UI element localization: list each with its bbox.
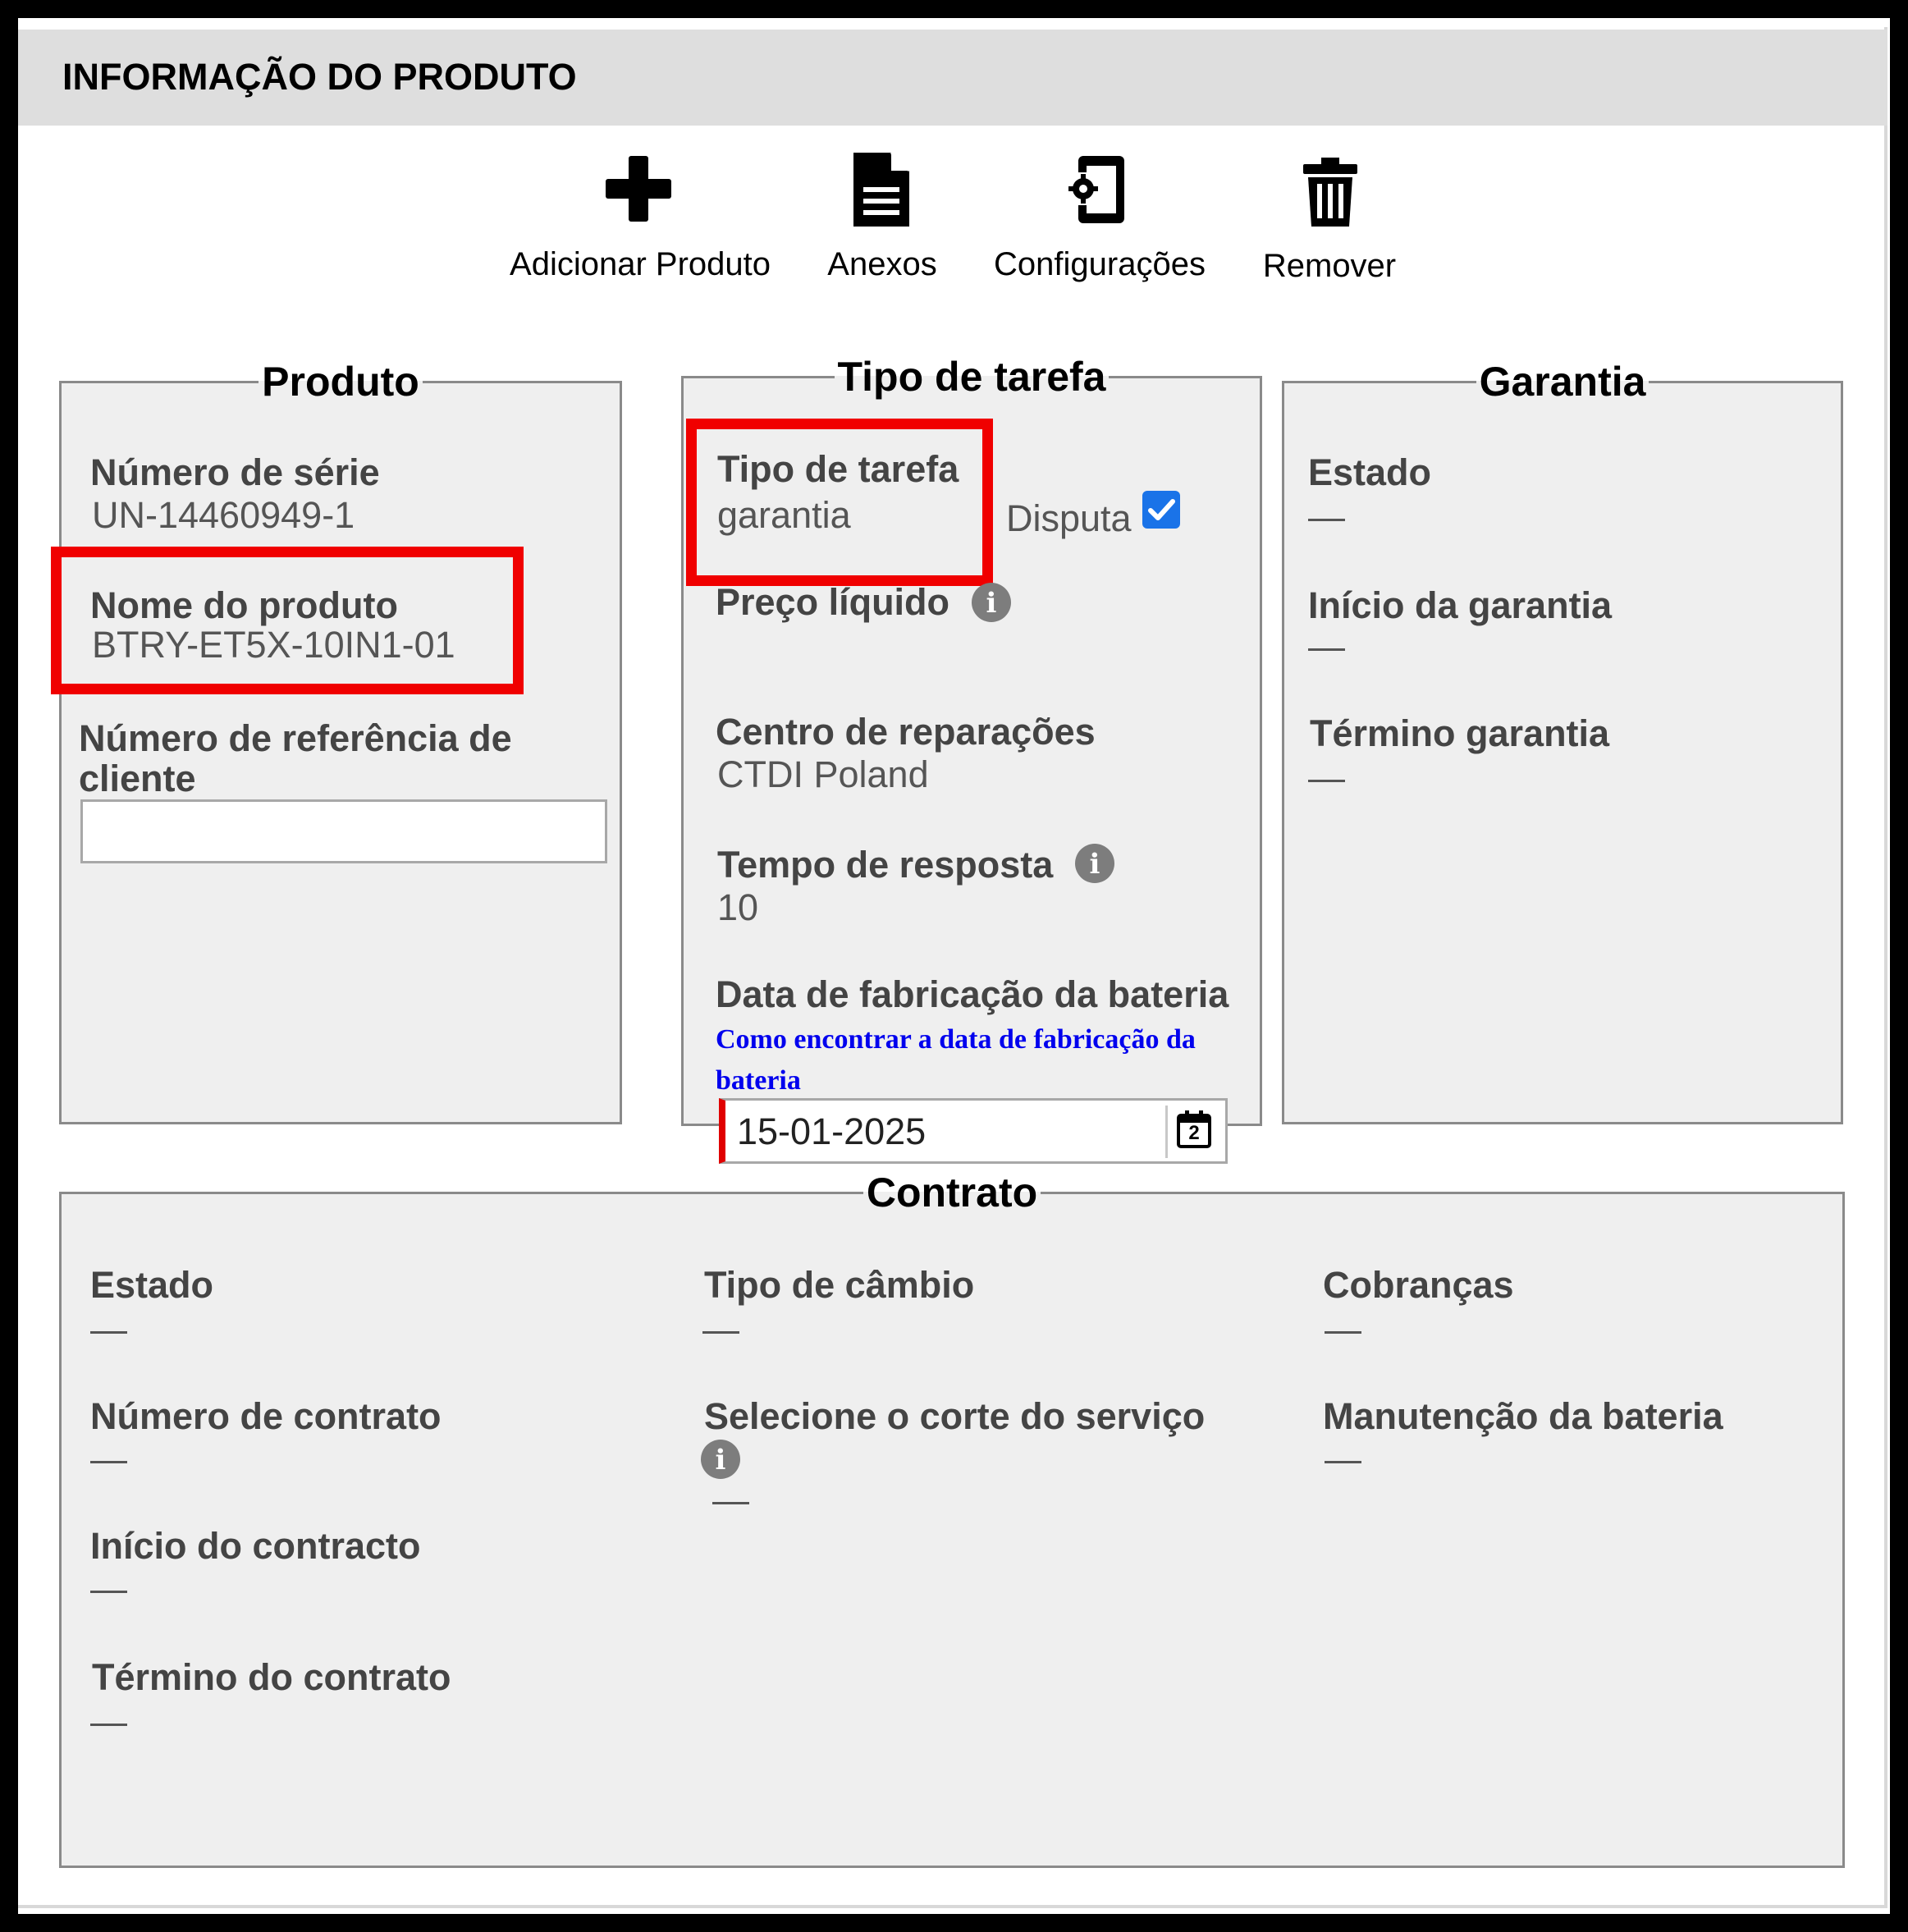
net-price-info-icon[interactable]: i: [972, 583, 1011, 622]
warranty-legend: Garantia: [1479, 359, 1646, 405]
section-title: INFORMAÇÃO DO PRODUTO: [62, 56, 577, 98]
battery-date-input[interactable]: 15-01-2025 2: [719, 1098, 1228, 1164]
section-header: INFORMAÇÃO DO PRODUTO: [18, 30, 1887, 126]
contract-end-value: —: [90, 1701, 127, 1742]
exchange-type-value: —: [702, 1308, 739, 1350]
contract-number-value: —: [90, 1438, 127, 1480]
checkmark-icon: [1148, 499, 1175, 520]
task-type-legend: Tipo de tarefa: [837, 354, 1106, 400]
calendar-divider: [1165, 1106, 1168, 1158]
attachments-label: Anexos: [827, 246, 937, 282]
settings-button[interactable]: Configurações: [985, 148, 1215, 295]
warranty-end-label: Término garantia: [1310, 712, 1610, 754]
battery-date-value: 15-01-2025: [737, 1110, 927, 1152]
product-name-label: Nome do produto: [90, 584, 398, 626]
warranty-state-value: —: [1308, 496, 1345, 538]
task-type-label: Tipo de tarefa: [717, 448, 959, 490]
calendar-icon[interactable]: 2: [1177, 1110, 1211, 1148]
customer-reference-label-line2: cliente: [79, 758, 196, 799]
dispute-label: Disputa: [1006, 497, 1132, 539]
service-cut-info-icon[interactable]: i: [701, 1440, 740, 1479]
contract-state-label: Estado: [90, 1264, 214, 1306]
battery-date-help-link-line2: bateria: [716, 1065, 801, 1096]
serial-number-value: UN-14460949-1: [92, 494, 355, 536]
battery-maintenance-value: —: [1325, 1438, 1361, 1480]
exchange-type-label: Tipo de câmbio: [704, 1264, 975, 1306]
customer-reference-input[interactable]: [80, 799, 607, 863]
trash-icon: [1303, 158, 1357, 227]
battery-date-help-link-line1: Como encontrar a data de fabricação da: [716, 1024, 1196, 1055]
contract-end-label: Término do contrato: [92, 1656, 451, 1698]
settings-label: Configurações: [994, 246, 1206, 282]
contract-number-label: Número de contrato: [90, 1395, 442, 1437]
net-price-label: Preço líquido: [716, 581, 950, 623]
dispute-checkbox[interactable]: [1142, 491, 1180, 529]
device-settings-icon: [1068, 156, 1124, 223]
add-product-button[interactable]: Adicionar Produto: [492, 148, 788, 295]
charges-label: Cobranças: [1323, 1264, 1514, 1306]
contract-start-label: Início do contracto: [90, 1525, 421, 1567]
contract-start-value: —: [90, 1568, 127, 1609]
warranty-start-value: —: [1308, 625, 1345, 667]
service-cut-value: —: [712, 1479, 749, 1521]
warranty-end-value: —: [1308, 757, 1345, 799]
remove-button[interactable]: Remover: [1247, 148, 1412, 295]
response-time-label: Tempo de resposta: [717, 844, 1054, 886]
contract-state-value: —: [90, 1308, 127, 1350]
produto-legend: Produto: [262, 359, 419, 405]
charges-value: —: [1325, 1308, 1361, 1350]
remove-label: Remover: [1262, 248, 1397, 284]
product-name-value: BTRY-ET5X-10IN1-01: [92, 624, 455, 666]
response-time-value: 10: [717, 886, 759, 928]
add-product-label: Adicionar Produto: [510, 246, 771, 282]
customer-reference-label: Número de referência de: [79, 717, 512, 759]
document-icon: [853, 153, 909, 227]
response-time-info-icon[interactable]: i: [1075, 844, 1114, 883]
calendar-icon-day: 2: [1188, 1122, 1200, 1144]
task-type-value: garantia: [717, 494, 851, 536]
battery-manufacture-date-label: Data de fabricação da bateria: [716, 973, 1229, 1015]
warranty-start-label: Início da garantia: [1308, 584, 1613, 626]
service-cut-label: Selecione o corte do serviço: [704, 1395, 1206, 1437]
plus-icon: [606, 156, 671, 222]
contract-legend: Contrato: [866, 1170, 1038, 1216]
repair-center-value: CTDI Poland: [717, 753, 929, 795]
battery-date-help-link[interactable]: Como encontrar a data de fabricação da b…: [716, 1019, 1241, 1101]
repair-center-label: Centro de reparações: [716, 711, 1096, 753]
attachments-button[interactable]: Anexos: [812, 148, 952, 295]
warranty-state-label: Estado: [1308, 451, 1432, 493]
serial-number-label: Número de série: [90, 451, 380, 493]
battery-maintenance-label: Manutenção da bateria: [1323, 1395, 1723, 1437]
